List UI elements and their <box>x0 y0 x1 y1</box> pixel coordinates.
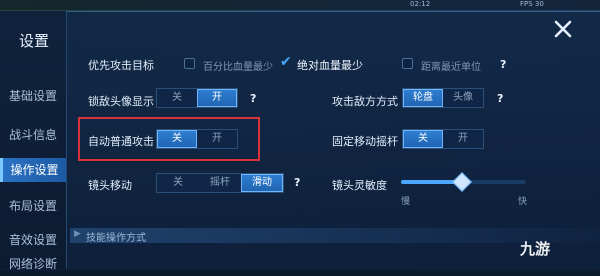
settings-sidebar: 设置 基础设置 战斗信息 操作设置 布局设置 音效设置 网络诊断 <box>0 11 67 271</box>
camera-sensitivity-label: 镜头灵敏度 <box>332 179 387 192</box>
sidebar-item-layout[interactable]: 布局设置 <box>0 194 66 218</box>
checkbox-percent-hp[interactable] <box>184 58 195 69</box>
auto-attack-label: 自动普通攻击 <box>88 135 154 148</box>
checkbox-absolute-hp[interactable]: ✔ <box>280 55 292 69</box>
auto-attack-on[interactable]: 开 <box>197 130 237 148</box>
watermark-text: 九游 <box>520 240 551 258</box>
lock-portrait-toggle: 关 开 <box>156 88 238 108</box>
fixed-joystick-off[interactable]: 关 <box>403 130 443 148</box>
clock: 02:12 <box>410 0 431 8</box>
help-icon-attack-mode[interactable]: ? <box>497 92 503 105</box>
auto-attack-toggle: 关 开 <box>156 129 238 149</box>
option-percent-hp-label: 百分比血量最少 <box>203 62 273 73</box>
camera-move-toggle: 关 摇杆 滑动 <box>156 173 284 193</box>
fixed-joystick-toggle: 关 开 <box>402 129 484 149</box>
sidebar-item-network[interactable]: 网络诊断 <box>0 252 66 276</box>
sidebar-item-audio[interactable]: 音效设置 <box>0 228 66 252</box>
status-bar: 02:12 FPS 30 <box>0 0 600 10</box>
checkbox-nearest-unit[interactable] <box>402 58 413 69</box>
fixed-joystick-on[interactable]: 开 <box>443 130 483 148</box>
attack-mode-wheel[interactable]: 轮盘 <box>403 89 443 107</box>
target-priority-label: 优先攻击目标 <box>88 59 154 72</box>
camera-move-off[interactable]: 关 <box>157 174 199 192</box>
help-icon-lock-portrait[interactable]: ? <box>250 92 256 105</box>
slider-min-label: 慢 <box>401 197 411 207</box>
sidebar-item-basic[interactable]: 基础设置 <box>0 84 66 108</box>
attack-enemy-mode-toggle: 轮盘 头像 <box>402 88 484 108</box>
sidebar-item-battle-info[interactable]: 战斗信息 <box>0 123 66 147</box>
attack-mode-portrait[interactable]: 头像 <box>443 89 483 107</box>
expand-arrow-icon: ▶ <box>74 229 81 239</box>
watermark: 九游 <box>520 238 550 259</box>
lock-portrait-off[interactable]: 关 <box>157 89 197 107</box>
fps-counter: FPS 30 <box>520 0 544 8</box>
lock-portrait-label: 锁敌头像显示 <box>88 95 154 108</box>
skill-section-label: 技能操作方式 <box>86 233 146 244</box>
lock-portrait-on[interactable]: 开 <box>197 89 237 107</box>
camera-move-joystick[interactable]: 摇杆 <box>199 174 241 192</box>
fixed-joystick-label: 固定移动摇杆 <box>332 135 398 148</box>
close-icon[interactable] <box>553 19 573 39</box>
attack-enemy-mode-label: 攻击敌方方式 <box>332 95 398 108</box>
sidebar-item-controls[interactable]: 操作设置 <box>0 158 66 182</box>
option-absolute-hp-label: 绝对血量最少 <box>297 59 363 72</box>
auto-attack-off[interactable]: 关 <box>157 130 197 148</box>
camera-move-swipe[interactable]: 滑动 <box>241 174 283 192</box>
page-title: 设置 <box>19 32 50 50</box>
slider-max-label: 快 <box>518 197 528 207</box>
help-icon-target-priority[interactable]: ? <box>500 58 506 71</box>
option-nearest-unit-label: 距离最近单位 <box>421 62 481 73</box>
camera-move-label: 镜头移动 <box>88 179 132 192</box>
help-icon-camera-move[interactable]: ? <box>294 176 300 189</box>
